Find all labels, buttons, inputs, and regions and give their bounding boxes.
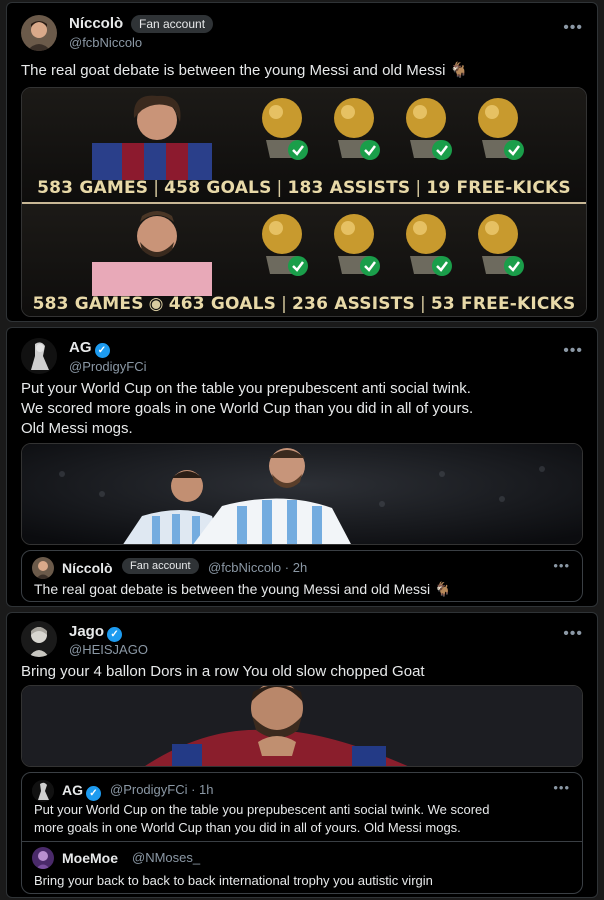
post-card-niccolo[interactable]: Níccolò Fan account @fcbNiccolo ••• The … <box>6 2 598 322</box>
verified-badge-icon: ✓ <box>107 627 123 642</box>
separator: | <box>153 178 160 198</box>
author-handle[interactable]: @HEISJAGO <box>69 642 148 657</box>
freekicks-stat: 19 FREE-KICKS <box>426 178 571 198</box>
ballon-dor-icon <box>476 210 524 280</box>
reply-author-name: MoeMoe <box>62 850 118 866</box>
separator: | <box>281 294 288 314</box>
quoted-text-line: more goals in one World Cup than you did… <box>34 820 461 835</box>
quoted-text: Put your World Cup on the table you prep… <box>34 801 490 837</box>
ballon-dor-icon <box>476 94 524 164</box>
separator: | <box>419 294 426 314</box>
post-text-line: Old Messi mogs. <box>21 420 133 437</box>
ballon-dor-icon <box>260 210 308 280</box>
quoted-text-line: Put your World Cup on the table you prep… <box>34 802 490 817</box>
separator: | <box>276 178 283 198</box>
post-card-ag[interactable]: AG ✓ @ProdigyFCi ••• Put your World Cup o… <box>6 327 598 607</box>
assists-stat: 236 ASSISTS <box>292 294 415 314</box>
author-name-text: Jago <box>69 623 105 640</box>
ballon-dor-icon <box>332 210 380 280</box>
avatar[interactable] <box>21 338 57 374</box>
more-options-icon[interactable]: ••• <box>563 626 583 642</box>
ballon-dor-icon <box>404 94 452 164</box>
quoted-text: The real goat debate is between the youn… <box>34 581 452 597</box>
ballon-dor-icon <box>404 210 452 280</box>
old-messi-stats: 583 GAMES ◉ 463 GOALS | 236 ASSISTS | 53 FREE-… <box>22 294 586 314</box>
games-stat: 583 GAMES <box>32 294 144 314</box>
more-options-icon[interactable]: ••• <box>563 20 583 36</box>
young-messi-stats: 583 GAMES | 458 GOALS | 183 ASSISTS | 19 FREE-… <box>22 178 586 198</box>
more-options-icon[interactable]: ••• <box>553 559 570 572</box>
more-options-icon[interactable]: ••• <box>553 781 570 794</box>
author-name[interactable]: AG ✓ <box>69 339 110 358</box>
quoted-author-handle: @fcbNiccolo · 2h <box>208 560 308 575</box>
author-name-text: AG <box>69 339 92 356</box>
post-text-line: We scored more goals in one World Cup th… <box>21 400 474 417</box>
old-messi-row: 583 GAMES ◉ 463 GOALS | 236 ASSISTS | 53 FREE-… <box>22 204 586 316</box>
freekicks-stat: 53 FREE-KICKS <box>430 294 576 314</box>
quoted-post[interactable]: AG ✓ @ProdigyFCi · 1h ••• Put your World … <box>21 772 583 894</box>
stats-comparison-image[interactable]: 583 GAMES | 458 GOALS | 183 ASSISTS | 19 FREE-… <box>21 87 587 317</box>
avatar[interactable] <box>21 15 57 51</box>
fan-account-badge: Fan account <box>122 558 199 574</box>
separator: | <box>415 178 422 198</box>
post-card-jago[interactable]: Jago ✓ @HEISJAGO ••• Bring your 4 ballon … <box>6 612 598 898</box>
post-text: Put your World Cup on the table you prep… <box>21 379 473 439</box>
avatar[interactable] <box>21 621 57 657</box>
games-stat: 583 GAMES <box>37 178 149 198</box>
post-text: Bring your 4 ballon Dors in a row You ol… <box>21 663 425 680</box>
avatar <box>32 780 54 802</box>
quoted-author-handle: @ProdigyFCi · 1h <box>110 782 214 797</box>
verified-badge-icon: ✓ <box>94 343 110 358</box>
author-handle[interactable]: @fcbNiccolo <box>69 35 142 50</box>
young-messi-photo <box>92 95 212 180</box>
ballon-dor-icon <box>260 94 308 164</box>
old-messi-photo <box>92 211 212 296</box>
more-options-icon[interactable]: ••• <box>563 343 583 359</box>
celebration-photo[interactable] <box>21 443 583 545</box>
quoted-author-name: Níccolò <box>62 560 113 576</box>
divider <box>22 841 582 842</box>
fan-account-badge: Fan account <box>131 15 214 33</box>
goals-stat: 458 GOALS <box>164 178 272 198</box>
avatar <box>32 557 54 579</box>
verified-badge-icon: ✓ <box>86 786 101 801</box>
quoted-post[interactable]: Níccolò Fan account @fcbNiccolo · 2h •••… <box>21 550 583 602</box>
assists-stat: 183 ASSISTS <box>287 178 411 198</box>
quoted-author-name: AG ✓ <box>62 782 101 801</box>
ballon-dor-icon <box>332 94 380 164</box>
inter-miami-crest-icon: ◉ <box>148 294 164 314</box>
author-name[interactable]: Níccolò <box>69 15 123 32</box>
reply-author-handle: @NMoses_ <box>132 850 201 865</box>
goals-stat: 463 GOALS <box>168 294 277 314</box>
reply-text: Bring your back to back to back internat… <box>34 873 433 888</box>
post-text-line: Put your World Cup on the table you prep… <box>21 380 471 397</box>
post-text: The real goat debate is between the youn… <box>21 62 469 79</box>
pensive-messi-photo[interactable] <box>21 685 583 767</box>
avatar <box>32 847 54 869</box>
author-handle[interactable]: @ProdigyFCi <box>69 359 147 374</box>
quoted-author-name-text: AG <box>62 782 83 798</box>
young-messi-row: 583 GAMES | 458 GOALS | 183 ASSISTS | 19 FREE-… <box>22 88 586 202</box>
author-name[interactable]: Jago ✓ <box>69 623 123 642</box>
